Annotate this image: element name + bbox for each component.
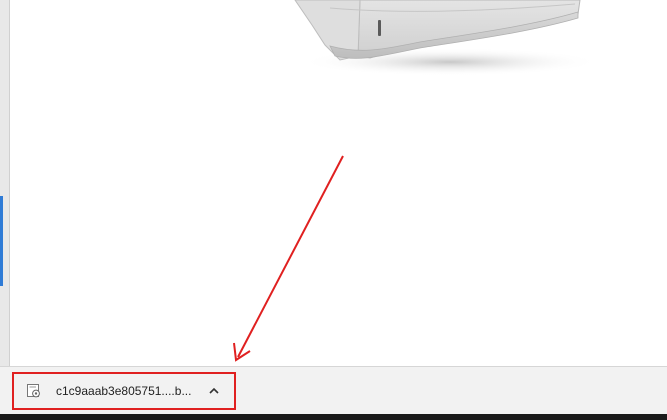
- download-bar: c1c9aaab3e805751....b...: [0, 366, 667, 420]
- printer-product-image: [294, 0, 600, 76]
- taskbar-edge: [0, 414, 667, 420]
- download-item[interactable]: c1c9aaab3e805751....b...: [12, 372, 236, 410]
- document-gear-icon: [26, 383, 42, 399]
- download-file-name: c1c9aaab3e805751....b...: [56, 384, 192, 398]
- chevron-up-icon[interactable]: [206, 383, 222, 399]
- left-edge-accent: [0, 196, 3, 286]
- browser-viewport: c1c9aaab3e805751....b...: [0, 0, 667, 420]
